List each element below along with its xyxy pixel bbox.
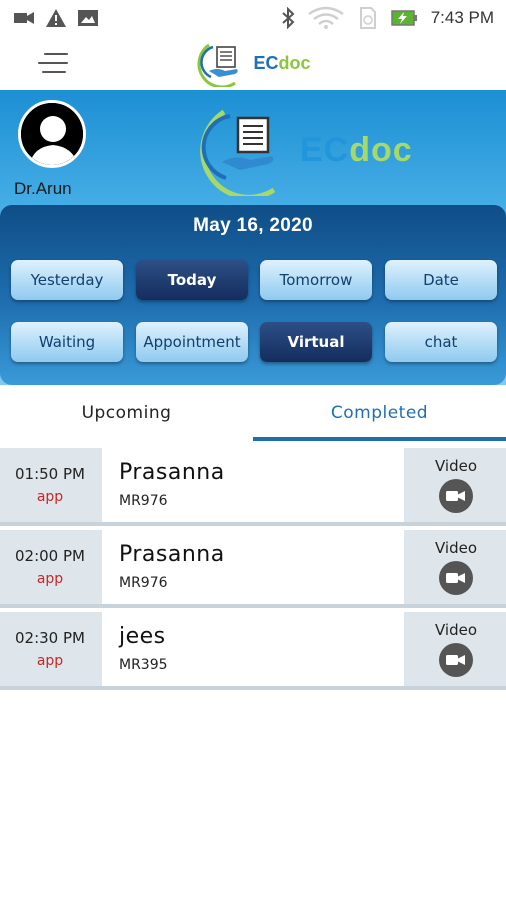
patient-name: jees: [119, 624, 166, 649]
list-item[interactable]: 01:50 PM app Prasanna MR976 Video: [0, 448, 506, 526]
status-bar: 7:43 PM: [0, 0, 506, 36]
wifi-icon: [307, 6, 345, 30]
alert-icon: [46, 9, 66, 27]
appointment-time: 02:00 PM: [15, 547, 85, 565]
logo-ec-text: EC: [300, 130, 350, 169]
battery-charging-icon: [390, 10, 419, 26]
video-camera-icon[interactable]: [439, 561, 473, 595]
virtual-button[interactable]: Virtual: [260, 322, 372, 362]
appointment-time-cell: 02:30 PM app: [0, 612, 100, 686]
video-call-button[interactable]: Video: [406, 448, 506, 522]
waiting-button[interactable]: Waiting: [11, 322, 123, 362]
bluetooth-icon: [281, 7, 295, 29]
hero-logo-text: ECdoc: [300, 131, 413, 170]
logo-doc-text: doc: [278, 52, 311, 73]
patient-cell[interactable]: Prasanna MR976: [102, 530, 404, 604]
video-call-button[interactable]: Video: [406, 530, 506, 604]
video-camera-icon[interactable]: [439, 479, 473, 513]
status-time: 7:43 PM: [430, 8, 494, 27]
tomorrow-button[interactable]: Tomorrow: [260, 260, 372, 300]
patient-cell[interactable]: Prasanna MR976: [102, 448, 404, 522]
list-item[interactable]: 02:30 PM app jees MR395 Video: [0, 612, 506, 690]
user-silhouette-icon: [21, 103, 83, 165]
patient-name: Prasanna: [119, 542, 225, 567]
appointment-tabs: Upcoming Completed: [0, 385, 506, 441]
date-filter-panel: May 16, 2020 Yesterday Today Tomorrow Da…: [0, 205, 506, 385]
appointment-time-cell: 01:50 PM app: [0, 448, 100, 522]
ecdoc-logo-icon: [197, 43, 239, 87]
appointment-list: 01:50 PM app Prasanna MR976 Video 02:00 …: [0, 448, 506, 694]
appointment-button[interactable]: Appointment: [136, 322, 248, 362]
yesterday-button[interactable]: Yesterday: [11, 260, 123, 300]
patient-id: MR976: [119, 493, 168, 509]
app-logo-text: ECdoc: [253, 53, 310, 74]
appointment-time: 02:30 PM: [15, 629, 85, 647]
video-label: Video: [434, 621, 478, 639]
patient-id: MR976: [119, 575, 168, 591]
chat-button[interactable]: chat: [385, 322, 497, 362]
video-camera-icon: [14, 11, 34, 25]
tab-upcoming[interactable]: Upcoming: [0, 385, 253, 441]
video-label: Video: [434, 539, 478, 557]
app-logo: ECdoc: [195, 39, 311, 87]
avatar[interactable]: [18, 100, 86, 168]
logo-ec-text: EC: [253, 52, 279, 73]
video-label: Video: [434, 457, 478, 475]
appointment-time-cell: 02:00 PM app: [0, 530, 100, 604]
profile-header: Dr.Arun ECdoc May 16, 2020 Yesterday Tod…: [0, 90, 506, 385]
sim-card-icon: [357, 7, 379, 29]
status-right-icons: 7:43 PM: [281, 6, 494, 30]
today-button[interactable]: Today: [136, 260, 248, 300]
patient-cell[interactable]: jees MR395: [102, 612, 404, 686]
selected-date: May 16, 2020: [193, 215, 313, 236]
ecdoc-logo-icon: [200, 109, 276, 196]
tab-completed[interactable]: Completed: [253, 385, 506, 441]
appointment-type: app: [36, 571, 64, 587]
appointment-type: app: [36, 653, 64, 669]
status-left-icons: [14, 9, 98, 27]
hamburger-menu-icon[interactable]: [38, 46, 72, 80]
list-item[interactable]: 02:00 PM app Prasanna MR976 Video: [0, 530, 506, 608]
patient-id: MR395: [119, 657, 168, 673]
app-bar: ECdoc: [0, 36, 506, 90]
image-icon: [78, 10, 98, 26]
video-camera-icon[interactable]: [439, 643, 473, 677]
hero-logo: ECdoc: [198, 104, 413, 196]
video-call-button[interactable]: Video: [406, 612, 506, 686]
doctor-name: Dr.Arun: [14, 179, 72, 198]
appointment-type: app: [36, 489, 64, 505]
patient-name: Prasanna: [119, 460, 225, 485]
logo-doc-text: doc: [349, 130, 413, 169]
date-picker-button[interactable]: Date: [385, 260, 497, 300]
appointment-time: 01:50 PM: [15, 465, 85, 483]
